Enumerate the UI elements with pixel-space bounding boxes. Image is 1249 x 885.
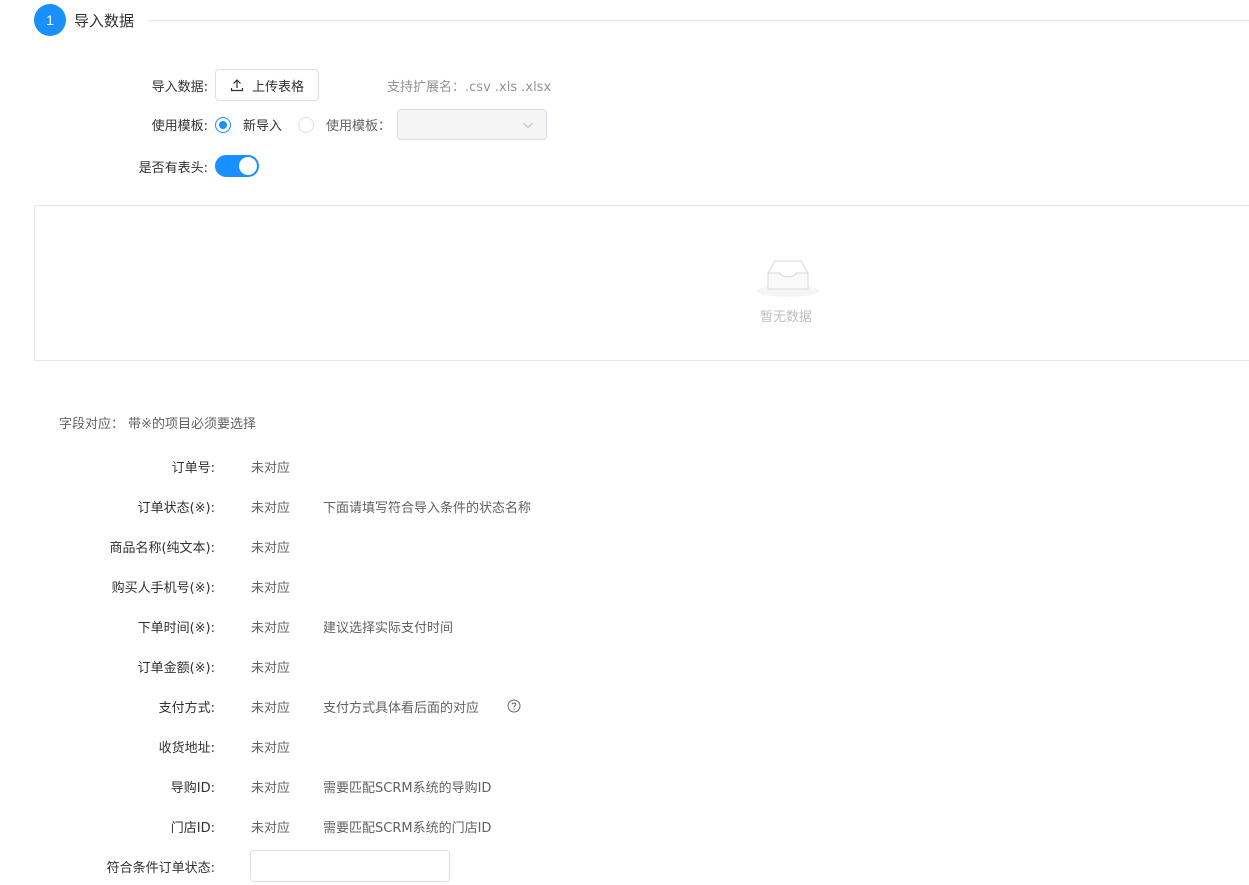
field-label: 订单金额(※): [137, 660, 215, 676]
field-hint: 需要匹配SCRM系统的导购ID [323, 780, 492, 796]
field-mapping-value[interactable]: 未对应 [251, 697, 323, 716]
field-hint: 支付方式具体看后面的对应 [323, 700, 480, 716]
field-mapping-value[interactable]: 未对应 [251, 617, 323, 636]
field-label: 订单状态(※): [137, 500, 215, 516]
field-hint-wrap: 支付方式具体看后面的对应 [323, 697, 521, 716]
empty-inbox-icon [755, 251, 821, 299]
field-hint: 下面请填写符合导入条件的状态名称 [323, 500, 532, 516]
field-hint: 需要匹配SCRM系统的门店ID [323, 820, 492, 836]
field-mapping-value[interactable]: 未对应 [251, 577, 323, 596]
extension-hint: 支持扩展名：.csv .xls .xlsx [387, 79, 552, 95]
field-mapping-value[interactable]: 未对应 [251, 817, 323, 836]
radio-use-template-dot[interactable] [298, 116, 315, 133]
template-row: 使用模板: 新导入 使用模板： [0, 109, 548, 140]
header-toggle-row: 是否有表头: [0, 155, 259, 177]
field-label: 下单时间(※): [137, 620, 215, 636]
upload-table-button[interactable]: 上传表格 [215, 69, 320, 101]
field-hint: 建议选择实际支付时间 [323, 620, 454, 636]
field-label: 订单号: [171, 460, 215, 476]
field-mapping-value[interactable]: 未对应 [251, 497, 323, 516]
field-label: 商品名称(纯文本): [109, 540, 215, 556]
order-status-row: 符合条件订单状态: [0, 850, 450, 882]
radio-use-template-label: 使用模板： [326, 119, 392, 134]
upload-icon [230, 78, 244, 92]
data-preview-table: 暂无数据 [34, 205, 1249, 361]
field-row: 导购ID: 未对应 需要匹配SCRM系统的导购ID [0, 776, 492, 796]
step-number: 1 [34, 4, 66, 36]
field-row: 收货地址: 未对应 [0, 736, 323, 756]
field-label: 购买人手机号(※): [111, 580, 215, 596]
field-label: 门店ID: [170, 820, 215, 836]
field-mapping-value[interactable]: 未对应 [251, 537, 323, 556]
field-mapping-value[interactable]: 未对应 [251, 737, 323, 756]
empty-text: 暂无数据 [760, 310, 813, 325]
radio-new-import-label: 新导入 [243, 119, 283, 134]
step-title: 导入数据 [74, 11, 135, 30]
upload-button-label: 上传表格 [252, 79, 305, 95]
order-status-input[interactable] [250, 850, 450, 882]
field-row: 订单状态(※): 未对应 下面请填写符合导入条件的状态名称 [0, 496, 531, 516]
radio-new-import-dot[interactable] [215, 116, 231, 133]
field-row: 下单时间(※): 未对应 建议选择实际支付时间 [0, 616, 453, 636]
import-label: 导入数据: [151, 79, 208, 95]
field-row: 订单号: 未对应 [0, 456, 323, 476]
field-row: 商品名称(纯文本): 未对应 [0, 536, 323, 556]
header-toggle-label: 是否有表头: [138, 160, 208, 176]
field-row: 购买人手机号(※): 未对应 [0, 576, 323, 596]
header-toggle-switch[interactable] [215, 155, 259, 177]
field-label: 收货地址: [158, 740, 215, 756]
step-divider [148, 19, 1249, 21]
field-label: 支付方式: [158, 700, 215, 716]
import-row: 导入数据: 上传表格 支持扩展名：.csv .xls .xlsx [0, 69, 551, 101]
question-circle-icon[interactable] [507, 699, 521, 713]
radio-use-template[interactable]: 使用模板： [298, 115, 391, 134]
field-label: 导购ID: [170, 780, 215, 796]
radio-new-import[interactable]: 新导入 [215, 115, 282, 134]
chevron-down-icon [522, 119, 534, 131]
field-row: 支付方式: 未对应 支付方式具体看后面的对应 [0, 696, 521, 716]
mapping-title: 字段对应： 带※的项目必须要选择 [59, 417, 257, 432]
field-row: 订单金额(※): 未对应 [0, 656, 323, 676]
field-mapping-value[interactable]: 未对应 [251, 777, 323, 796]
field-mapping-value[interactable]: 未对应 [251, 657, 323, 676]
step-header: 1 导入数据 [34, 4, 1249, 36]
field-row: 门店ID: 未对应 需要匹配SCRM系统的门店ID [0, 816, 492, 836]
template-label: 使用模板: [151, 119, 208, 134]
field-mapping-value[interactable]: 未对应 [251, 457, 323, 476]
order-status-label: 符合条件订单状态: [106, 860, 215, 876]
template-select[interactable] [397, 109, 548, 140]
